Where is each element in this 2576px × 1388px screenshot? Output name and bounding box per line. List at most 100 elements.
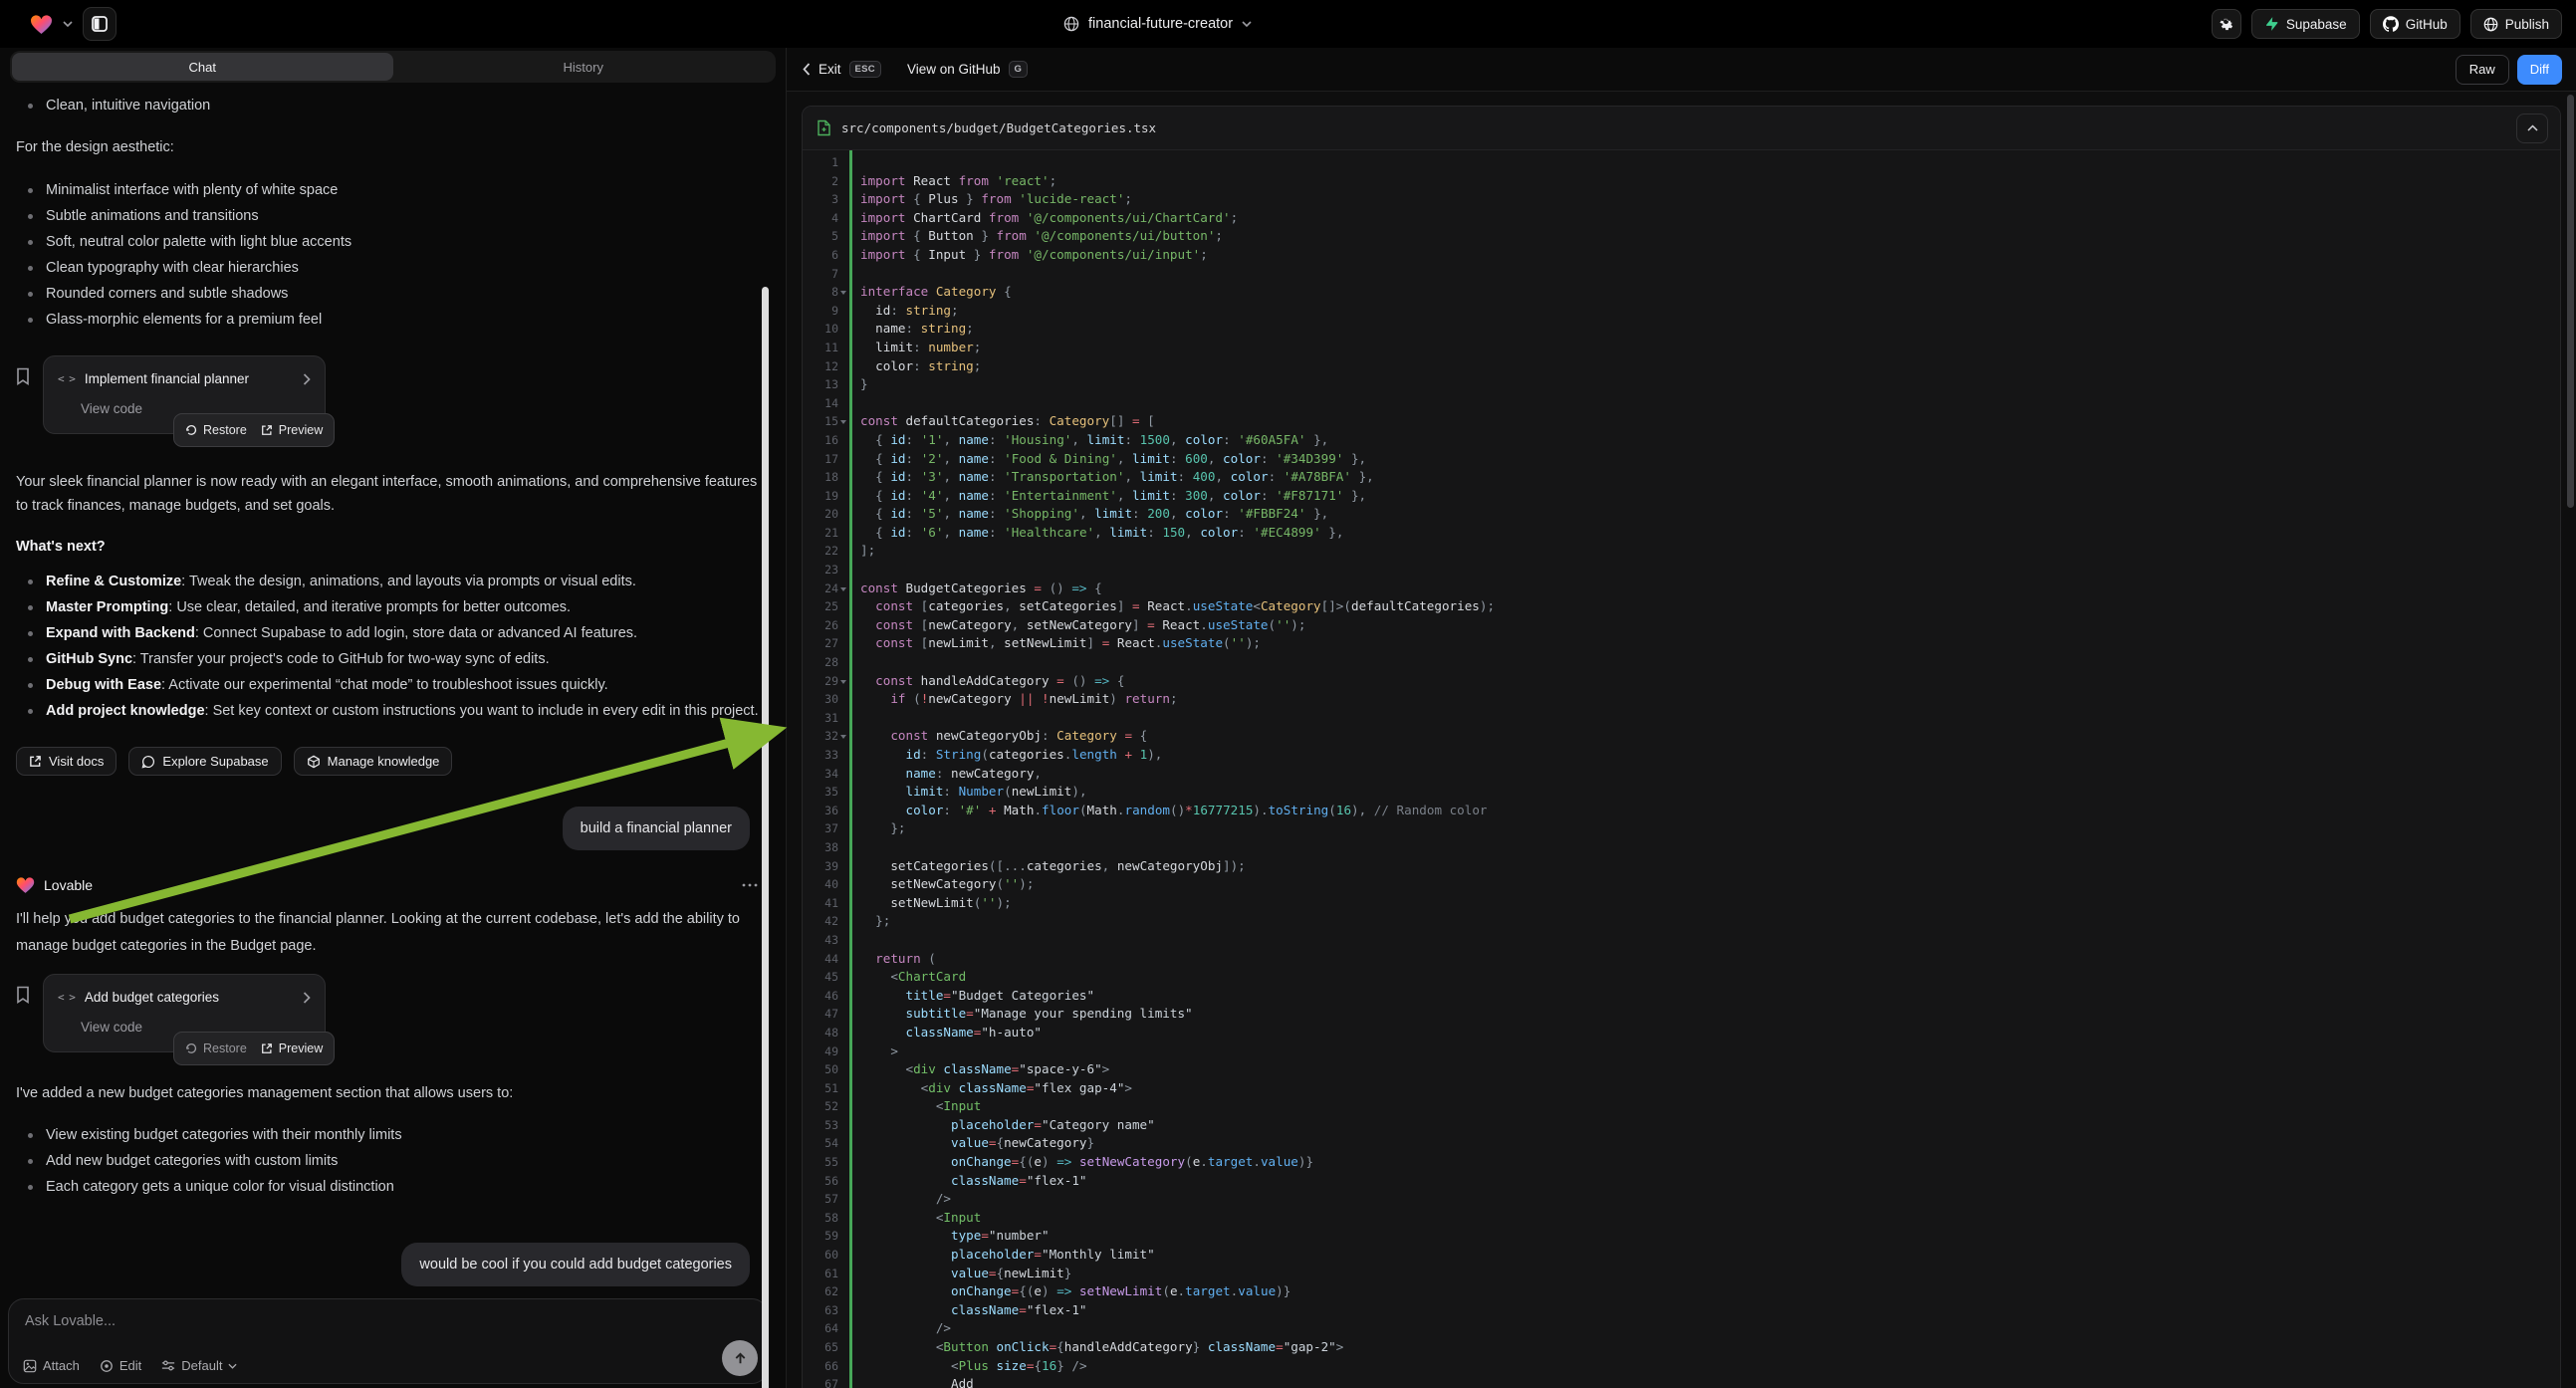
send-button[interactable]	[722, 1340, 758, 1376]
fold-marker-icon[interactable]	[840, 587, 846, 591]
version-card-add-budget-categories[interactable]: < > Add budget categories View code	[43, 974, 326, 1052]
preview-button[interactable]: Preview	[261, 418, 323, 442]
line-number[interactable]: 67	[803, 1375, 838, 1388]
line-number[interactable]: 46	[803, 987, 838, 1006]
code-editor[interactable]: 12import React from 'react';3import { Pl…	[803, 150, 2560, 1388]
collapse-file-button[interactable]	[2516, 114, 2548, 143]
line-number[interactable]: 6	[803, 246, 838, 265]
line-number[interactable]: 11	[803, 339, 838, 357]
tab-chat[interactable]: Chat	[12, 53, 393, 81]
line-number[interactable]: 31	[803, 709, 838, 728]
line-number[interactable]: 4	[803, 209, 838, 228]
line-number[interactable]: 20	[803, 505, 838, 524]
line-number[interactable]: 50	[803, 1060, 838, 1079]
line-number[interactable]: 14	[803, 394, 838, 413]
line-number[interactable]: 22	[803, 542, 838, 561]
line-number[interactable]: 58	[803, 1209, 838, 1228]
line-number[interactable]: 40	[803, 875, 838, 894]
line-number[interactable]: 5	[803, 227, 838, 246]
line-number[interactable]: 47	[803, 1005, 838, 1024]
line-number[interactable]: 39	[803, 857, 838, 876]
line-number[interactable]: 43	[803, 931, 838, 950]
line-number[interactable]: 44	[803, 950, 838, 969]
line-number[interactable]: 8	[803, 283, 838, 302]
line-number[interactable]: 17	[803, 450, 838, 469]
file-header[interactable]: src/components/budget/BudgetCategories.t…	[803, 107, 2560, 150]
line-number[interactable]: 36	[803, 802, 838, 820]
line-number[interactable]: 64	[803, 1319, 838, 1338]
bookmark-icon[interactable]	[16, 986, 30, 1004]
supabase-button[interactable]: Supabase	[2251, 9, 2360, 39]
line-number[interactable]: 54	[803, 1134, 838, 1153]
line-number[interactable]: 10	[803, 320, 838, 339]
raw-toggle-button[interactable]: Raw	[2456, 55, 2509, 85]
line-number[interactable]: 61	[803, 1265, 838, 1283]
line-number[interactable]: 57	[803, 1190, 838, 1209]
tab-history[interactable]: History	[393, 53, 775, 81]
edit-mode-button[interactable]: Edit	[100, 1358, 141, 1373]
line-number[interactable]: 41	[803, 894, 838, 913]
line-number[interactable]: 27	[803, 634, 838, 653]
line-number[interactable]: 35	[803, 783, 838, 802]
mode-selector[interactable]: Default	[161, 1358, 237, 1373]
line-number[interactable]: 63	[803, 1301, 838, 1320]
line-number[interactable]: 3	[803, 190, 838, 209]
explore-supabase-button[interactable]: Explore Supabase	[128, 747, 281, 776]
line-number[interactable]: 2	[803, 172, 838, 191]
line-number[interactable]: 16	[803, 431, 838, 450]
line-number[interactable]: 56	[803, 1172, 838, 1191]
line-number[interactable]: 60	[803, 1246, 838, 1265]
preview-button[interactable]: Preview	[261, 1037, 323, 1060]
line-number[interactable]: 55	[803, 1153, 838, 1172]
line-number[interactable]: 37	[803, 819, 838, 838]
line-number[interactable]: 51	[803, 1079, 838, 1098]
publish-button[interactable]: Publish	[2470, 9, 2562, 39]
attach-button[interactable]: Attach	[23, 1358, 80, 1373]
line-number[interactable]: 21	[803, 524, 838, 543]
settings-button[interactable]	[2212, 9, 2241, 39]
line-number[interactable]: 53	[803, 1116, 838, 1135]
line-number[interactable]: 19	[803, 487, 838, 506]
line-number[interactable]: 33	[803, 746, 838, 765]
chat-messages[interactable]: Clean, intuitive navigation For the desi…	[0, 83, 786, 1290]
line-number[interactable]: 65	[803, 1338, 838, 1357]
visit-docs-button[interactable]: Visit docs	[16, 747, 117, 776]
manage-knowledge-button[interactable]: Manage knowledge	[294, 747, 453, 776]
line-number[interactable]: 23	[803, 561, 838, 579]
line-number[interactable]: 45	[803, 968, 838, 987]
restore-button[interactable]: Restore	[185, 1037, 247, 1060]
line-number[interactable]: 28	[803, 653, 838, 672]
project-switcher[interactable]: financial-future-creator	[1063, 0, 1252, 48]
lovable-logo[interactable]	[30, 14, 53, 35]
message-menu-button[interactable]	[742, 883, 758, 887]
line-number[interactable]: 34	[803, 765, 838, 784]
fold-marker-icon[interactable]	[840, 291, 846, 295]
chat-scrollbar[interactable]	[762, 287, 769, 1388]
line-number[interactable]: 7	[803, 265, 838, 284]
diff-toggle-button[interactable]: Diff	[2517, 55, 2562, 85]
view-on-github-button[interactable]: View on GitHub G	[907, 61, 1028, 78]
line-number[interactable]: 18	[803, 468, 838, 487]
toggle-sidebar-button[interactable]	[83, 7, 117, 41]
line-number[interactable]: 59	[803, 1227, 838, 1246]
line-number[interactable]: 30	[803, 690, 838, 709]
version-card-implement-financial-planner[interactable]: < > Implement financial planner View cod…	[43, 355, 326, 434]
line-number[interactable]: 48	[803, 1024, 838, 1042]
fold-marker-icon[interactable]	[840, 420, 846, 424]
line-number[interactable]: 49	[803, 1042, 838, 1061]
exit-button[interactable]: Exit ESC	[803, 61, 881, 78]
bookmark-icon[interactable]	[16, 367, 30, 385]
line-number[interactable]: 66	[803, 1357, 838, 1376]
line-number[interactable]: 29	[803, 672, 838, 691]
fold-marker-icon[interactable]	[840, 735, 846, 739]
chat-input-box[interactable]: Ask Lovable... Attach	[8, 1298, 768, 1384]
github-button[interactable]: GitHub	[2370, 9, 2460, 39]
line-number[interactable]: 38	[803, 838, 838, 857]
line-number[interactable]: 13	[803, 375, 838, 394]
fold-marker-icon[interactable]	[840, 680, 846, 684]
window-scrollbar[interactable]	[2567, 95, 2574, 508]
chevron-down-icon[interactable]	[63, 21, 73, 27]
line-number[interactable]: 62	[803, 1282, 838, 1301]
line-number[interactable]: 15	[803, 412, 838, 431]
line-number[interactable]: 52	[803, 1097, 838, 1116]
